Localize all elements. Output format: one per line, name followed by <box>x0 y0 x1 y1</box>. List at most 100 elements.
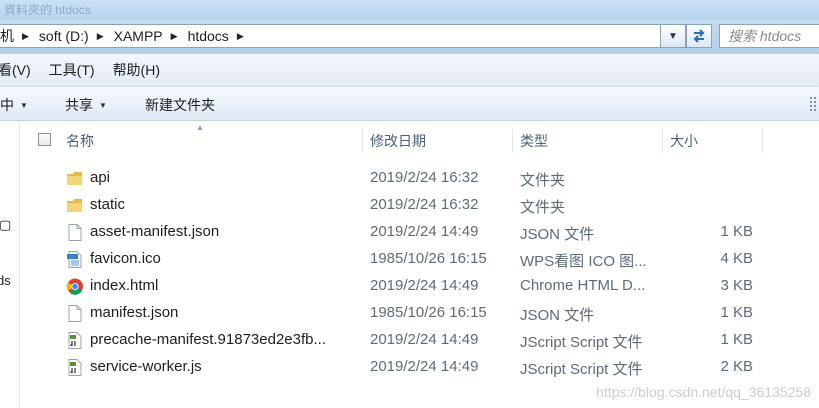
ico-file-icon <box>67 251 82 268</box>
navigation-pane[interactable]: ▢ ds <box>0 121 20 408</box>
file-row-folder[interactable]: static 2019/2/24 16:32 文件夹 <box>20 192 819 219</box>
search-box[interactable] <box>719 24 819 48</box>
file-row[interactable]: manifest.json 1985/10/26 16:15 JSON 文件 1… <box>20 300 819 327</box>
nav-pane-fragment: ▢ <box>0 217 12 232</box>
address-history-button[interactable]: ▼ <box>660 24 686 48</box>
command-bar: 中 ▼ 共享 ▼ 新建文件夹 <box>0 87 819 121</box>
refresh-button[interactable] <box>686 24 712 48</box>
column-name-label: 名称 <box>66 133 94 149</box>
chevron-right-icon[interactable]: ▶ <box>171 31 178 42</box>
column-header-row: ▲ 名称 修改日期 类型 大小 <box>20 121 819 161</box>
file-list: ▲ 名称 修改日期 类型 大小 api 2019/2/24 16:32 文件夹 <box>20 121 819 408</box>
select-all-checkbox[interactable] <box>38 133 51 146</box>
file-icon <box>68 224 82 241</box>
column-divider[interactable] <box>662 129 663 153</box>
file-name: manifest.json <box>90 304 179 321</box>
script-file-icon <box>68 332 82 349</box>
file-row[interactable]: index.html 2019/2/24 14:49 Chrome HTML D… <box>20 273 819 300</box>
file-type: JSON 文件 <box>520 226 595 243</box>
breadcrumb-label: soft (D:) <box>38 28 89 44</box>
column-divider[interactable] <box>362 129 363 153</box>
file-size: 1 KB <box>720 223 753 240</box>
menu-item-view[interactable]: 看(V) <box>0 58 31 82</box>
file-name: service-worker.js <box>90 358 202 375</box>
file-row-folder[interactable]: api 2019/2/24 16:32 文件夹 <box>20 165 819 192</box>
chevron-down-icon: ▼ <box>99 100 107 110</box>
folder-icon <box>67 199 82 212</box>
chevron-down-icon: ▼ <box>20 100 28 110</box>
menu-bar: 看(V) 工具(T) 帮助(H) <box>0 54 819 87</box>
file-row[interactable]: service-worker.js 2019/2/24 14:49 JScrip… <box>20 354 819 381</box>
file-modified: 2019/2/24 14:49 <box>370 331 479 348</box>
file-type: JScript Script 文件 <box>520 334 643 351</box>
chevron-right-icon[interactable]: ▶ <box>97 31 104 42</box>
file-type: Chrome HTML D... <box>520 277 646 294</box>
folder-icon <box>67 172 82 185</box>
new-folder-label: 新建文件夹 <box>145 97 215 113</box>
script-file-icon <box>68 359 82 376</box>
file-type: 文件夹 <box>520 172 566 189</box>
file-name: favicon.ico <box>90 250 161 267</box>
file-row[interactable]: favicon.ico 1985/10/26 16:15 WPS看图 ICO 图… <box>20 246 819 273</box>
column-divider[interactable] <box>762 129 763 153</box>
column-size-label: 大小 <box>670 133 698 149</box>
breadcrumb-item-htdocs[interactable]: htdocs ▶ <box>182 25 248 47</box>
search-input[interactable] <box>728 26 819 46</box>
nav-pane-item[interactable]: ds <box>0 273 11 288</box>
file-row[interactable]: precache-manifest.91873ed2e3fb... 2019/2… <box>20 327 819 354</box>
file-name: asset-manifest.json <box>90 223 220 240</box>
new-folder-button[interactable]: 新建文件夹 <box>145 95 215 115</box>
file-type: 文件夹 <box>520 199 566 216</box>
chevron-right-icon[interactable]: ▶ <box>237 31 244 42</box>
chrome-icon <box>66 278 83 295</box>
breadcrumb-label: 机 <box>0 28 14 44</box>
file-type: JSON 文件 <box>520 307 595 324</box>
column-header-type[interactable]: 类型 <box>520 121 660 161</box>
file-name: static <box>90 196 126 213</box>
file-size: 4 KB <box>720 250 753 267</box>
breadcrumb-item-computer[interactable]: 机 ▶ <box>0 25 33 47</box>
window-title: 資料夾的 htdocs <box>4 3 91 17</box>
column-header-name[interactable]: 名称 <box>66 121 362 161</box>
file-name: index.html <box>90 277 159 294</box>
breadcrumb[interactable]: 机 ▶ soft (D:) ▶ XAMPP ▶ htdocs ▶ <box>0 24 674 48</box>
breadcrumb-item-drive[interactable]: soft (D:) ▶ <box>33 25 108 47</box>
chevron-right-icon[interactable]: ▶ <box>22 31 29 42</box>
menu-item-help[interactable]: 帮助(H) <box>113 58 160 82</box>
breadcrumb-label: htdocs <box>187 28 229 44</box>
file-size: 1 KB <box>720 304 753 321</box>
file-row[interactable]: asset-manifest.json 2019/2/24 14:49 JSON… <box>20 219 819 246</box>
file-size: 2 KB <box>720 358 753 375</box>
file-modified: 1985/10/26 16:15 <box>370 304 487 321</box>
address-bar-row: 机 ▶ soft (D:) ▶ XAMPP ▶ htdocs ▶ ▼ <box>0 20 819 54</box>
file-type: JScript Script 文件 <box>520 361 643 378</box>
file-size: 1 KB <box>720 331 753 348</box>
share-button[interactable]: 共享 ▼ <box>65 95 107 115</box>
file-name: api <box>90 169 111 186</box>
breadcrumb-item-xampp[interactable]: XAMPP ▶ <box>108 25 182 47</box>
file-modified: 2019/2/24 14:49 <box>370 277 479 294</box>
window-title-bar: 資料夾的 htdocs <box>0 0 819 20</box>
chevron-down-icon: ▼ <box>668 30 678 42</box>
file-type: WPS看图 ICO 图... <box>520 253 647 270</box>
file-modified: 2019/2/24 14:49 <box>370 358 479 375</box>
file-icon <box>68 305 82 322</box>
file-modified: 2019/2/24 14:49 <box>370 223 479 240</box>
file-modified: 2019/2/24 16:32 <box>370 169 479 186</box>
column-divider[interactable] <box>512 129 513 153</box>
column-modified-label: 修改日期 <box>370 133 426 149</box>
column-header-modified[interactable]: 修改日期 <box>370 121 510 161</box>
file-modified: 2019/2/24 16:32 <box>370 196 479 213</box>
file-size: 3 KB <box>720 277 753 294</box>
include-in-library-button[interactable]: 中 ▼ <box>0 95 28 115</box>
view-options-grip-icon[interactable] <box>809 96 817 112</box>
breadcrumb-label: XAMPP <box>113 28 163 44</box>
menu-item-tools[interactable]: 工具(T) <box>49 58 95 82</box>
column-header-size[interactable]: 大小 <box>670 121 760 161</box>
share-label: 共享 <box>65 97 93 113</box>
refresh-icon <box>693 29 705 43</box>
file-modified: 1985/10/26 16:15 <box>370 250 487 267</box>
column-type-label: 类型 <box>520 133 548 149</box>
watermark: https://blog.csdn.net/qq_36135258 <box>596 384 811 400</box>
file-name: precache-manifest.91873ed2e3fb... <box>90 331 326 348</box>
